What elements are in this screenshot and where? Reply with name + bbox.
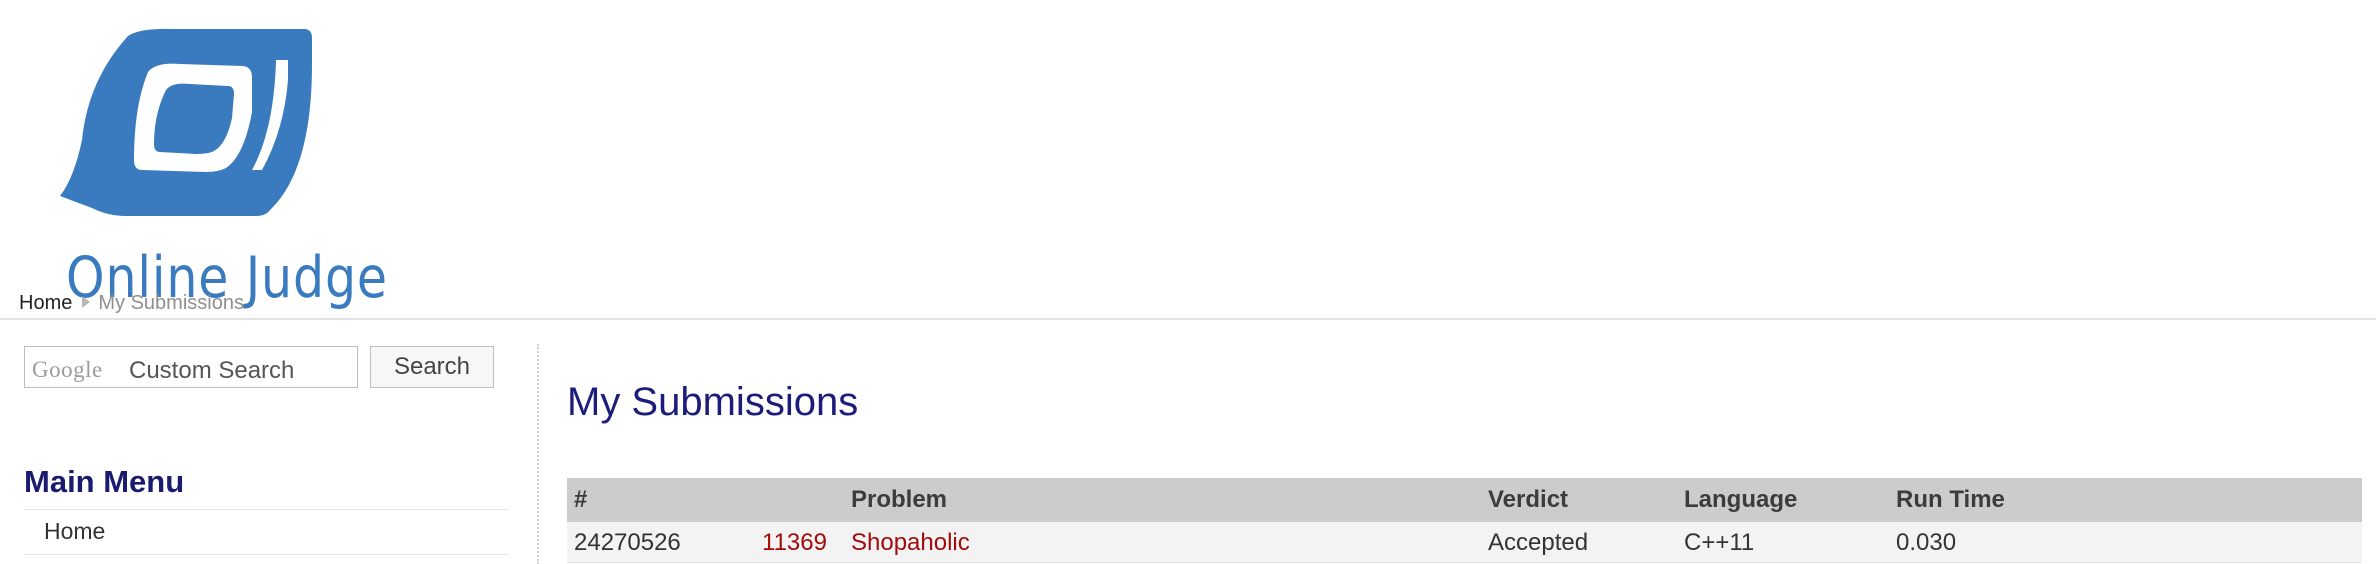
breadcrumb: Home My Submissions xyxy=(19,292,244,315)
site-header: Online Judge Home My Submissions xyxy=(0,0,2376,320)
column-header-verdict: Verdict xyxy=(1488,486,1569,513)
main-menu-title: Main Menu xyxy=(24,464,185,499)
breadcrumb-current: My Submissions xyxy=(98,292,244,314)
google-watermark: Google xyxy=(32,357,103,382)
sidebar-item-home[interactable]: Home xyxy=(44,518,105,545)
search-button[interactable]: Search xyxy=(370,346,494,388)
online-judge-logo[interactable]: Online Judge xyxy=(30,20,387,311)
column-header-language: Language xyxy=(1684,486,1798,513)
problem-number-link[interactable]: 11369 xyxy=(762,529,827,557)
column-divider xyxy=(537,344,539,564)
page-title: My Submissions xyxy=(567,380,859,424)
menu-divider xyxy=(24,554,508,555)
table-row: 24270526 11369 Shopaholic Accepted C++11… xyxy=(567,522,2362,563)
runtime-cell: 0.030 xyxy=(1896,529,1957,556)
table-header: # Problem Verdict Language Run Time xyxy=(567,478,2362,522)
language-cell: C++11 xyxy=(1684,529,1755,556)
breadcrumb-arrow-icon xyxy=(82,296,91,308)
problem-name-link[interactable]: Shopaholic xyxy=(851,529,970,557)
column-header-runtime: Run Time xyxy=(1896,486,2005,513)
column-header-id: # xyxy=(574,486,588,513)
submission-id: 24270526 xyxy=(574,529,681,556)
search-input[interactable]: Google Custom Search xyxy=(24,346,358,388)
search-placeholder: Custom Search xyxy=(129,357,295,384)
column-header-problem: Problem xyxy=(851,486,948,513)
breadcrumb-home-link[interactable]: Home xyxy=(19,292,72,314)
logo-mark-icon xyxy=(60,28,312,217)
menu-divider xyxy=(24,509,508,510)
verdict-cell: Accepted xyxy=(1488,529,1589,556)
